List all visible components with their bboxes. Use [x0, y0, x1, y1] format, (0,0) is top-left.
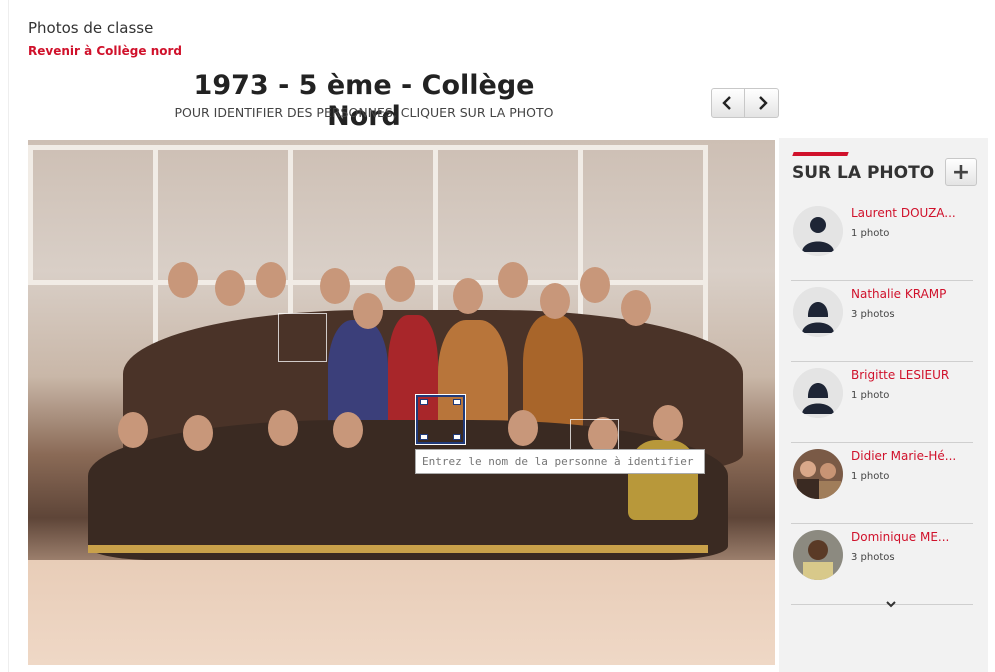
class-photo[interactable]	[28, 140, 775, 665]
floor	[28, 560, 775, 665]
face	[498, 262, 528, 298]
person-name-input[interactable]	[415, 449, 705, 474]
resize-handle[interactable]	[420, 399, 428, 405]
face	[353, 293, 383, 329]
person-item[interactable]: Nathalie KRAMP 3 photos	[791, 281, 973, 362]
active-tag-selection[interactable]	[415, 394, 466, 445]
previous-photo-button[interactable]	[711, 88, 745, 118]
section-title: Photos de classe	[28, 19, 154, 37]
photo-count: 1 photo	[851, 390, 890, 401]
photo-count: 1 photo	[851, 471, 890, 482]
photo-count: 3 photos	[851, 309, 895, 320]
face	[183, 415, 213, 451]
heading-accent	[792, 152, 849, 156]
face	[268, 410, 298, 446]
plus-icon: +	[951, 159, 971, 185]
female-silhouette-icon	[793, 368, 843, 418]
person-name: Brigitte LESIEUR	[851, 368, 950, 382]
person-item[interactable]: Dominique ME... 3 photos	[791, 524, 973, 605]
resize-handle[interactable]	[420, 434, 428, 440]
face	[621, 290, 651, 326]
sidebar-heading: SUR LA PHOTO	[792, 163, 935, 183]
people-sidebar: SUR LA PHOTO + Laurent DOUZA... 1 photo …	[779, 138, 988, 672]
face	[168, 262, 198, 298]
chevron-right-icon	[758, 96, 768, 110]
resize-handle[interactable]	[453, 434, 461, 440]
back-link[interactable]: Revenir à Collège nord	[28, 44, 182, 58]
face	[508, 410, 538, 446]
bench	[88, 545, 708, 553]
person-item[interactable]: Laurent DOUZA... 1 photo	[791, 200, 973, 281]
page: Photos de classe Revenir à Collège nord …	[8, 0, 988, 672]
face	[215, 270, 245, 306]
face	[320, 268, 350, 304]
chevron-down-icon[interactable]	[885, 600, 897, 610]
face	[540, 283, 570, 319]
face	[333, 412, 363, 448]
person-item[interactable]: Brigitte LESIEUR 1 photo	[791, 362, 973, 443]
person-photo-avatar	[793, 449, 843, 499]
photo-subtitle: POUR IDENTIFIER DES PERSONNES, CLIQUER S…	[174, 105, 554, 120]
photo-count: 1 photo	[851, 228, 890, 239]
face	[256, 262, 286, 298]
face	[653, 405, 683, 441]
window-pane	[288, 145, 438, 285]
chevron-left-icon	[722, 96, 731, 110]
face	[453, 278, 483, 314]
female-silhouette-icon	[793, 287, 843, 337]
window-pane	[578, 145, 708, 285]
person-name: Laurent DOUZA...	[851, 206, 956, 220]
person-item[interactable]: Didier Marie-Hé... 1 photo	[791, 443, 973, 524]
face	[385, 266, 415, 302]
person-photo-avatar	[793, 530, 843, 580]
photo-count: 3 photos	[851, 552, 895, 563]
face	[580, 267, 610, 303]
person-name: Dominique ME...	[851, 530, 950, 544]
photo-title: 1973 - 5 ème - Collège Nord	[193, 70, 535, 132]
resize-handle[interactable]	[453, 399, 461, 405]
person-name: Nathalie KRAMP	[851, 287, 947, 301]
photo-navigation	[711, 88, 779, 118]
person-name: Didier Marie-Hé...	[851, 449, 957, 463]
next-photo-button[interactable]	[745, 88, 779, 118]
face-tag-box[interactable]	[278, 313, 327, 362]
window-pane	[28, 145, 158, 285]
male-silhouette-icon	[793, 206, 843, 256]
add-person-button[interactable]: +	[945, 158, 977, 186]
face	[118, 412, 148, 448]
